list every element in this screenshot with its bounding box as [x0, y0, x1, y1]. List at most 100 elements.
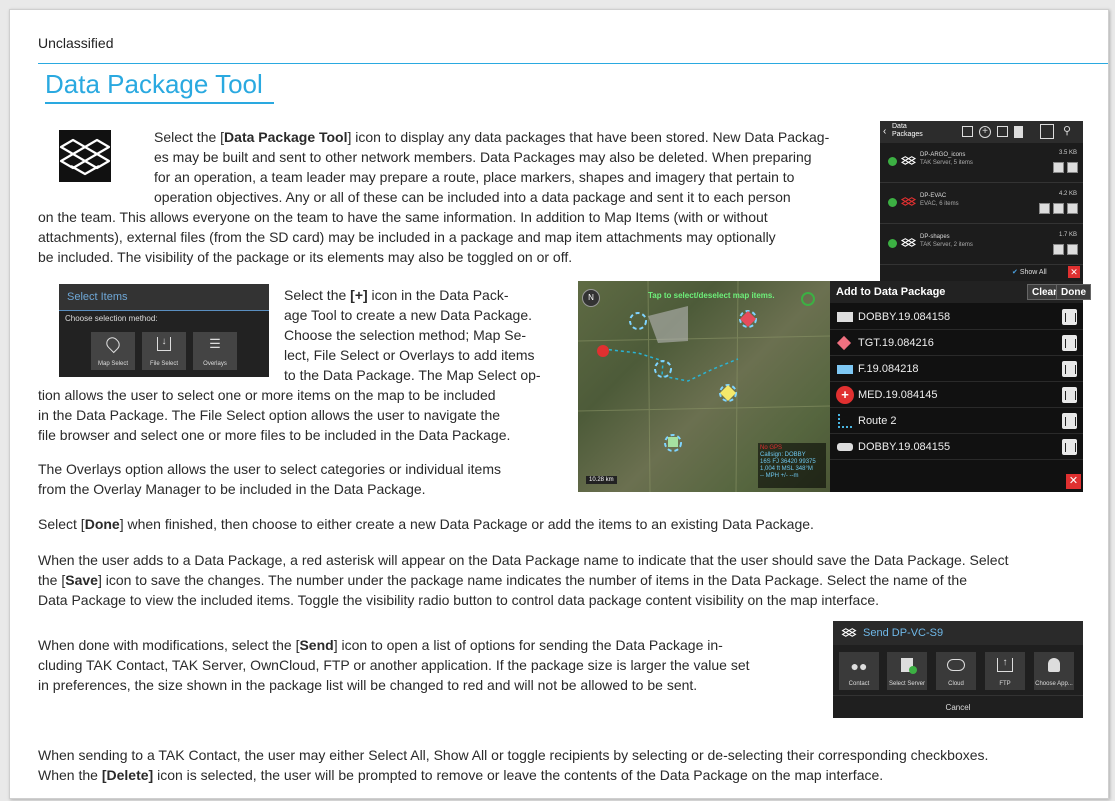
file-select-button[interactable]: ↓ File Select: [142, 332, 186, 370]
check-icon: ✔: [1012, 269, 1018, 276]
compass-icon[interactable]: N: [582, 289, 600, 307]
select-server-button[interactable]: Select Server: [887, 652, 927, 690]
layers-icon: ☰: [209, 336, 221, 351]
package-sub: TAK Server, 2 items: [920, 242, 973, 248]
send-paragraph-line-2: cluding TAK Contact, TAK Server, OwnClou…: [38, 657, 750, 673]
trash-icon[interactable]: [1062, 439, 1077, 455]
list-item[interactable]: Route 2: [830, 409, 1083, 434]
send-icon[interactable]: [1053, 203, 1064, 214]
add-panel-header: Add to Data Package Clear Done: [830, 281, 1091, 303]
list-item[interactable]: + MED.19.084145: [830, 383, 1083, 408]
list-item[interactable]: DOBBY.19.084158: [830, 305, 1083, 330]
grid-icon[interactable]: [1040, 124, 1054, 139]
package-size: 1.7 KB: [1058, 232, 1077, 238]
map-pin-icon: [103, 334, 123, 354]
visibility-toggle[interactable]: [888, 198, 897, 207]
delete-icon[interactable]: [1067, 162, 1078, 173]
send-icon[interactable]: [1053, 244, 1064, 255]
overlays-line-1: The Overlays option allows the user to s…: [38, 461, 501, 477]
send-dialog-title: Send DP-VC-S9: [863, 627, 944, 639]
list-item[interactable]: TGT.19.084216: [830, 331, 1083, 356]
send-paragraph-line-1: When done with modifications, select the…: [38, 637, 723, 653]
send-icon[interactable]: [1053, 162, 1064, 173]
map-banner: Tap to select/deselect map items.: [648, 291, 775, 300]
vehicle-icon: [837, 312, 853, 322]
final-paragraph-line-2: When the [Delete] icon is selected, the …: [38, 767, 884, 783]
select-items-title: Select Items: [59, 284, 269, 310]
data-packages-panel: ‹ Data Packages + ⚲ DP-ARGO_icons TAK Ser…: [880, 121, 1083, 283]
list-item[interactable]: F.19.084218: [830, 357, 1083, 382]
save-icon[interactable]: [1039, 203, 1050, 214]
header-rule: [38, 63, 1108, 64]
package-row[interactable]: DP-EVAC EVAC, 6 items 4.2 KB: [880, 184, 1083, 224]
trash-icon[interactable]: [1062, 335, 1077, 351]
title-underline: [45, 102, 274, 104]
add-icon[interactable]: +: [979, 126, 991, 138]
delete-icon[interactable]: [1067, 203, 1078, 214]
package-name[interactable]: DP-shapes: [920, 234, 950, 240]
close-icon[interactable]: ✕: [1066, 474, 1081, 489]
done-button[interactable]: Done: [1056, 284, 1091, 300]
item-name: DOBBY.19.084158: [858, 311, 951, 323]
gps-status: No GPS: [760, 445, 783, 451]
server-icon: [901, 658, 917, 674]
close-icon[interactable]: ✕: [1068, 266, 1080, 278]
contact-button[interactable]: ●● Contact: [839, 652, 879, 690]
map-select-button[interactable]: Map Select: [91, 332, 135, 370]
intro-line-4: operation objectives. Any or all of thes…: [154, 189, 791, 205]
info-line: 16S FJ 36420 99375: [760, 459, 816, 465]
page-title: Data Package Tool: [45, 69, 263, 99]
choose-app-button[interactable]: Choose App...: [1034, 652, 1074, 690]
cloud-label: Cloud: [948, 681, 964, 687]
selection-method-label: Choose selection method:: [59, 310, 269, 326]
create-line-2: age Tool to create a new Data Package.: [284, 307, 533, 323]
trash-icon[interactable]: [1062, 309, 1077, 325]
package-row[interactable]: DP-ARGO_icons TAK Server, 5 items 3.5 KB: [880, 143, 1083, 183]
select-items-dialog: Select Items Choose selection method: Ma…: [59, 284, 269, 377]
trash-icon[interactable]: [1062, 387, 1077, 403]
package-size: 3.5 KB: [1058, 150, 1077, 156]
map-view[interactable]: N Tap to select/deselect map items. 10.2…: [578, 281, 830, 492]
show-all-checkbox[interactable]: ✔ Show All: [1012, 268, 1047, 276]
intro-line-7: be included. The visibility of the packa…: [38, 249, 573, 265]
delete-icon[interactable]: [1067, 244, 1078, 255]
rectangle-icon: [837, 365, 853, 374]
back-chevron-icon[interactable]: ‹: [883, 126, 886, 137]
create-line-8: file browser and select one or more file…: [38, 427, 511, 443]
save-paragraph-line-1: When the user adds to a Data Package, a …: [38, 552, 1009, 568]
item-name: TGT.19.084216: [858, 337, 934, 349]
import-icon[interactable]: [997, 126, 1008, 137]
save-icon[interactable]: [962, 126, 973, 137]
package-sub: TAK Server, 5 items: [920, 160, 973, 166]
show-all-label: Show All: [1019, 269, 1047, 276]
cancel-button[interactable]: Cancel: [833, 695, 1083, 718]
file-icon[interactable]: [1014, 126, 1023, 138]
select-server-label: Select Server: [888, 681, 925, 687]
package-name[interactable]: DP-EVAC: [920, 193, 946, 199]
save-paragraph-line-2: the [Save] icon to save the changes. The…: [38, 572, 967, 588]
cloud-button[interactable]: Cloud: [936, 652, 976, 690]
ftp-button[interactable]: ↑ FTP: [985, 652, 1025, 690]
visibility-toggle[interactable]: [888, 157, 897, 166]
choose-app-label: Choose App...: [1035, 681, 1073, 687]
intro-line-6: attachments), external files (from the S…: [38, 229, 776, 245]
trash-icon[interactable]: [1062, 413, 1077, 429]
document-page: Unclassified Data Package Tool Select th…: [9, 9, 1109, 799]
done-paragraph: Select [Done] when finished, then choose…: [38, 516, 814, 532]
item-name: Route 2: [858, 415, 897, 427]
search-icon[interactable]: ⚲: [1063, 124, 1071, 137]
overlays-button[interactable]: ☰ Overlays: [193, 332, 237, 370]
visibility-toggle[interactable]: [888, 239, 897, 248]
info-line: 1,004 ft MSL 348°M: [760, 466, 813, 472]
create-line-5: to the Data Package. The Map Select op-: [284, 367, 541, 383]
create-line-6: tion allows the user to select one or mo…: [38, 387, 496, 403]
package-name[interactable]: DP-ARGO_icons: [920, 152, 965, 158]
list-item[interactable]: DOBBY.19.084155: [830, 435, 1083, 460]
intro-line-3: for an operation, a team leader may prep…: [154, 169, 795, 185]
trash-icon[interactable]: [1062, 361, 1077, 377]
contact-label: Contact: [848, 681, 870, 687]
contacts-icon: ●●: [850, 658, 868, 674]
data-package-tool-icon: [59, 130, 111, 182]
package-row[interactable]: DP-shapes TAK Server, 2 items 1.7 KB: [880, 225, 1083, 265]
dropbox-icon: [841, 628, 857, 637]
